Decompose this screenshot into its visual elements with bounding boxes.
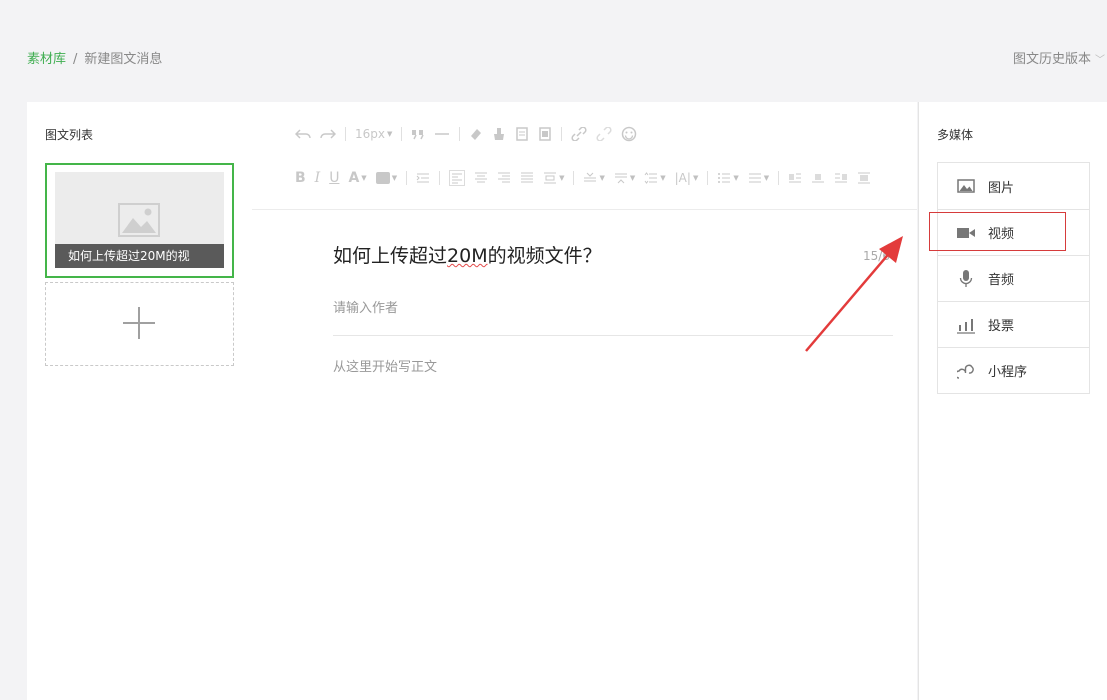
toolbar-divider: [401, 127, 403, 141]
media-item-image[interactable]: 图片: [938, 163, 1089, 209]
font-size-select[interactable]: 16px ▼: [355, 125, 392, 143]
media-item-label: 投票: [988, 319, 1015, 334]
media-item-poll[interactable]: 投票: [938, 301, 1089, 347]
redo-icon[interactable]: [320, 125, 336, 143]
media-list: 图片 视频 音频 投票 小程序: [937, 162, 1090, 394]
toolbar-divider: [459, 127, 461, 141]
float-none-icon[interactable]: [811, 169, 825, 187]
unlink-icon[interactable]: [596, 125, 612, 143]
horizontal-rule-icon[interactable]: [434, 125, 450, 143]
caret-down-icon: ▼: [733, 174, 739, 182]
breadcrumb-material-library-link[interactable]: 素材库: [27, 52, 66, 67]
title-text-after: 的视频文件？: [487, 245, 602, 267]
caret-down-icon: ▼: [629, 174, 636, 182]
media-item-audio[interactable]: 音频: [938, 255, 1089, 301]
toolbar-divider: [778, 171, 780, 185]
ordered-list-icon[interactable]: ▼: [717, 169, 739, 187]
image-placeholder-icon: [118, 203, 160, 237]
microphone-icon: [959, 270, 973, 287]
media-panel: 多媒体 图片 视频 音频 投票 小程序: [918, 102, 1107, 700]
undo-icon[interactable]: [295, 125, 311, 143]
bold-icon[interactable]: B: [295, 169, 306, 187]
media-item-label: 图片: [988, 180, 1015, 196]
image-icon: [957, 179, 975, 193]
editor-toolbar-row-1: 16px ▼: [295, 124, 646, 144]
two-ends-align-icon[interactable]: ▼: [543, 169, 564, 187]
video-icon: [957, 228, 975, 238]
italic-icon[interactable]: I: [315, 169, 321, 187]
letter-spacing-icon[interactable]: |A| ▼: [675, 169, 699, 187]
media-item-label: 音频: [988, 273, 1015, 288]
media-item-mini-program[interactable]: 小程序: [938, 347, 1089, 393]
blockquote-icon[interactable]: [411, 125, 425, 143]
background-color-icon[interactable]: ▼: [375, 169, 398, 187]
title-spellcheck-marked: 20M: [447, 245, 488, 267]
caret-down-icon: ▼: [599, 174, 605, 182]
toolbar-divider: [345, 127, 346, 141]
toolbar-divider: [561, 127, 563, 141]
article-list-title: 图文列表: [45, 128, 94, 142]
caret-down-icon: ▼: [660, 174, 666, 182]
caret-down-icon: ▼: [361, 174, 367, 182]
format-painter-icon[interactable]: [492, 125, 506, 143]
float-center-icon[interactable]: [857, 169, 871, 187]
toolbar-bottom-divider: [252, 209, 917, 210]
chevron-down-icon: ﹀: [1095, 55, 1105, 66]
toolbar-divider: [707, 171, 709, 185]
insert-template-icon[interactable]: [515, 125, 529, 143]
poll-icon: [957, 319, 975, 334]
toolbar-divider: [573, 171, 575, 185]
align-right-icon[interactable]: [497, 169, 511, 187]
align-left-icon[interactable]: [449, 169, 466, 187]
article-cover-caption: 如何上传超过20M的视: [55, 244, 224, 268]
breadcrumb: 素材库 / 新建图文消息: [27, 48, 162, 67]
space-after-icon[interactable]: ▼: [614, 169, 635, 187]
media-item-video[interactable]: 视频: [938, 209, 1089, 255]
history-versions-label: 图文历史版本: [1012, 52, 1091, 67]
article-card-selected[interactable]: 如何上传超过20M的视: [45, 163, 234, 278]
media-panel-title: 多媒体: [937, 128, 974, 142]
font-size-value: 16px: [355, 127, 385, 141]
breadcrumb-current: 新建图文消息: [84, 52, 163, 67]
underline-icon[interactable]: U: [329, 169, 339, 187]
article-title-input[interactable]: 如何上传超过20M的视频文件？: [333, 241, 602, 268]
history-versions-dropdown[interactable]: 图文历史版本 ﹀: [1013, 48, 1105, 67]
page-icon[interactable]: [538, 125, 552, 143]
align-justify-icon[interactable]: [520, 169, 534, 187]
plus-icon: [123, 307, 155, 339]
caret-down-icon: ▼: [763, 174, 770, 182]
title-text-before: 如何上传超过: [333, 245, 448, 267]
line-height-icon[interactable]: ▼: [644, 169, 666, 187]
caret-down-icon: ▼: [559, 174, 565, 182]
toolbar-divider: [406, 171, 408, 185]
author-underline: [333, 335, 893, 336]
article-cover: 如何上传超过20M的视: [55, 172, 224, 268]
unordered-list-icon[interactable]: ▼: [748, 169, 769, 187]
float-left-icon[interactable]: [788, 169, 802, 187]
add-article-button[interactable]: [45, 282, 234, 366]
toolbar-divider: [439, 171, 441, 185]
eraser-icon[interactable]: [469, 125, 483, 143]
emoji-icon[interactable]: [621, 125, 637, 143]
breadcrumb-separator: /: [73, 52, 78, 67]
mini-program-icon: [957, 364, 974, 379]
space-before-icon[interactable]: ▼: [583, 169, 605, 187]
media-item-label: 视频: [988, 227, 1015, 242]
align-center-icon[interactable]: [474, 169, 488, 187]
body-editor[interactable]: 从这里开始写正文: [333, 356, 437, 375]
caret-down-icon: ▼: [692, 174, 699, 182]
link-icon[interactable]: [571, 125, 587, 143]
media-item-label: 小程序: [988, 365, 1028, 380]
editor-toolbar-row-2: B I U A ▼ ▼ ▼ ▼ ▼ ▼ |A| ▼ ▼ ▼: [295, 168, 880, 188]
editor-panel: 图文列表 如何上传超过20M的视 16px ▼ B I U A ▼ ▼ ▼ ▼ …: [27, 102, 917, 700]
caret-down-icon: ▼: [391, 174, 398, 182]
float-right-icon[interactable]: [834, 169, 848, 187]
top-bar: 素材库 / 新建图文消息 图文历史版本 ﹀: [0, 0, 1107, 102]
title-char-count: 15/64: [863, 249, 898, 263]
caret-down-icon: ▼: [387, 130, 393, 138]
author-input[interactable]: 请输入作者: [333, 297, 398, 316]
font-color-icon[interactable]: A ▼: [348, 169, 366, 187]
indent-icon[interactable]: [416, 169, 430, 187]
